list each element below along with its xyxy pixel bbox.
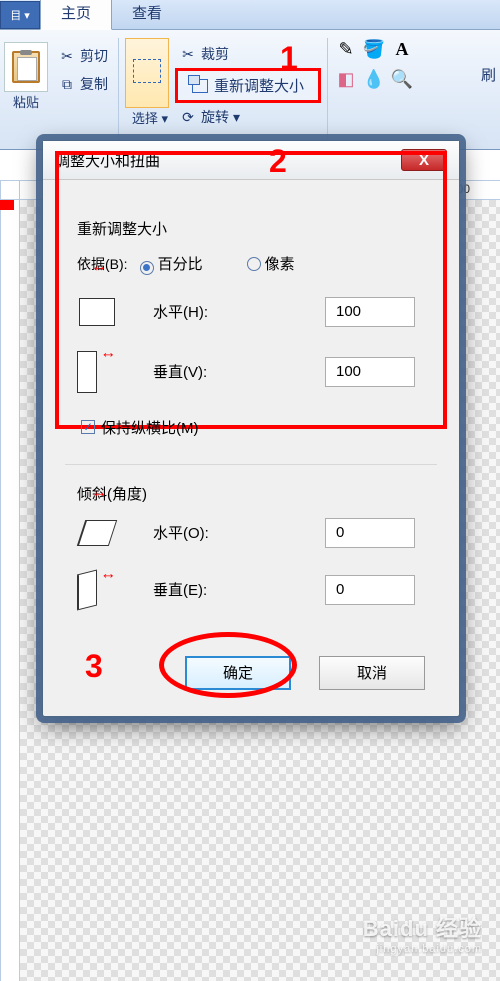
horiz-h-label: 水平(H): <box>153 301 263 322</box>
magnifier-icon[interactable]: 🔍 <box>390 68 414 90</box>
clipboard-icon <box>12 51 40 83</box>
bucket-icon[interactable]: 🪣 <box>362 38 386 60</box>
annotation-1: 1 <box>280 40 298 77</box>
checkbox-checked-icon: ✓ <box>81 420 95 434</box>
copy-button[interactable]: ⧉复制 <box>54 72 112 96</box>
arrow-v-icon: ↕ <box>99 572 117 608</box>
paste-label: 粘贴 <box>13 92 39 111</box>
resize-label: 重新调整大小 <box>214 75 304 96</box>
radio-checked-icon <box>140 261 154 275</box>
resize-dialog: 调整大小和扭曲 X 2 重新调整大小 依据(B): 百分比 像素 ↔ 水平(H)… <box>42 140 460 717</box>
skew-group: 倾斜(角度) ↔ 水平(O): ↕ 垂直(E): <box>65 483 437 648</box>
ruler-corner <box>0 180 20 200</box>
ruler-vertical <box>0 200 20 981</box>
cut-button[interactable]: ✂剪切 <box>54 44 112 68</box>
radio-percent[interactable]: 百分比 <box>140 253 203 275</box>
ribbon: 粘贴 ✂剪切 ⧉复制 选择 ▾ ✂裁剪 重新调整大小 ⟳旋转 ▾ <box>0 30 500 150</box>
select-rect-icon <box>133 59 161 83</box>
resize-group: 重新调整大小 依据(B): 百分比 像素 ↔ 水平(H): ↕ 垂直(V): ✓… <box>65 198 437 454</box>
scissors-icon: ✂ <box>58 48 76 64</box>
ribbon-group-clipboard: 粘贴 ✂剪切 ⧉复制 <box>0 38 119 149</box>
pencil-icon[interactable]: ✎ <box>334 38 358 60</box>
keep-aspect-checkbox[interactable]: ✓ 保持纵横比(M) <box>81 417 425 438</box>
arrow-h-icon: ↔ <box>91 258 105 276</box>
resize-button[interactable]: 重新调整大小 <box>175 68 321 103</box>
select-label: 选择 ▾ <box>132 108 168 127</box>
arrow-h-icon: ↔ <box>91 484 105 502</box>
resize-group-title: 重新调整大小 <box>77 218 425 239</box>
resize-icon <box>192 79 208 93</box>
crop-icon: ✂ <box>179 46 197 62</box>
rotate-icon: ⟳ <box>179 109 197 125</box>
app-menu-button[interactable]: 目 ▾ <box>0 1 40 29</box>
vert-e-label: 垂直(E): <box>153 579 263 600</box>
copy-icon: ⧉ <box>58 76 76 92</box>
brush-hint: 刷 <box>481 64 496 85</box>
annotation-3: 3 <box>85 648 103 685</box>
horiz-o-input[interactable] <box>325 518 415 548</box>
paste-button[interactable] <box>4 42 48 92</box>
rotate-button[interactable]: ⟳旋转 ▾ <box>175 105 321 129</box>
cancel-button[interactable]: 取消 <box>319 656 425 690</box>
vert-v-label: 垂直(V): <box>153 361 263 382</box>
eyedropper-icon[interactable]: 💧 <box>362 68 386 90</box>
skew-h-icon <box>77 520 117 546</box>
watermark-logo: Baidu 经验 <box>363 911 482 943</box>
crop-button[interactable]: ✂裁剪 <box>175 42 321 66</box>
divider <box>65 464 437 465</box>
tab-bar: 目 ▾ 主页 查看 <box>0 0 500 30</box>
radio-pixels[interactable]: 像素 <box>247 253 295 274</box>
text-icon[interactable]: A <box>390 38 414 60</box>
ruler-origin-marker <box>0 200 14 210</box>
ribbon-group-tools: ✎ 🪣 A ◧ 💧 🔍 刷 <box>328 38 416 149</box>
tab-home[interactable]: 主页 <box>40 0 112 30</box>
radio-unchecked-icon <box>247 257 261 271</box>
arrow-v-icon: ↕ <box>99 351 117 393</box>
eraser-icon[interactable]: ◧ <box>334 68 358 90</box>
annotation-circle-3 <box>159 632 297 698</box>
skew-v-icon <box>77 569 97 610</box>
annotation-2: 2 <box>269 143 287 180</box>
watermark: Baidu 经验 jingyan.baidu.com <box>363 911 482 955</box>
vert-e-input[interactable] <box>325 575 415 605</box>
skew-group-title: 倾斜(角度) <box>77 483 425 504</box>
horiz-o-label: 水平(O): <box>153 522 263 543</box>
vert-v-input[interactable] <box>325 357 415 387</box>
tab-view[interactable]: 查看 <box>112 0 182 29</box>
horiz-resize-icon <box>79 298 115 326</box>
select-tool[interactable] <box>125 38 169 108</box>
horiz-h-input[interactable] <box>325 297 415 327</box>
watermark-sub: jingyan.baidu.com <box>363 943 482 955</box>
vert-resize-icon <box>77 351 97 393</box>
